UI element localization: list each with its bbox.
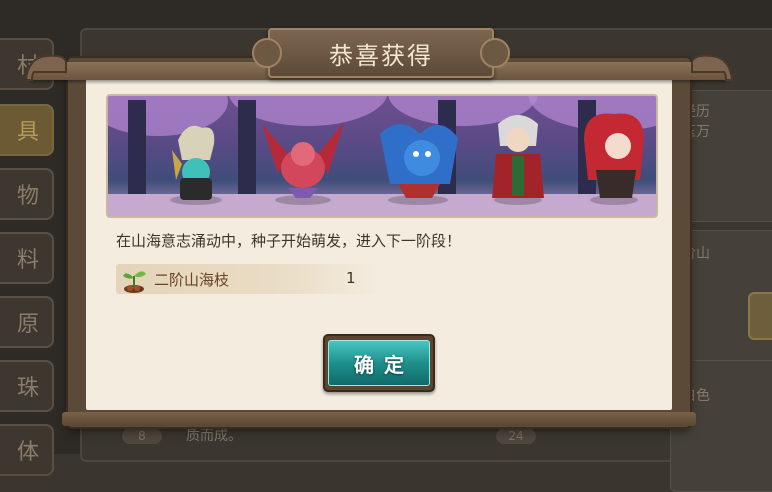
background-tab: 物 (0, 168, 54, 220)
reward-message: 在山海意志涌动中，种子开始萌发，进入下一阶段！ (116, 232, 462, 250)
dialog-bottom-rod (62, 412, 696, 426)
character-sprite (170, 125, 222, 205)
reward-item-name: 二阶山海枝 (154, 271, 230, 289)
background-button (748, 292, 772, 340)
reward-item-row: 二阶山海枝 1 (116, 264, 380, 294)
character-banner (106, 94, 658, 218)
background-pill: 8 (122, 428, 162, 444)
character-sprite (584, 113, 644, 205)
background-tab-list: 村 具 物 料 原 珠 体 (0, 20, 60, 476)
background-pill: 24 (496, 428, 536, 444)
character-sprite (380, 124, 458, 205)
background-tab: 原 (0, 296, 54, 348)
reward-item-count: 1 (346, 269, 356, 287)
background-text: 质而成。 (186, 428, 242, 444)
confirm-button[interactable]: 确定 (323, 334, 435, 392)
rod-end-ornament (691, 54, 734, 81)
confirm-button-face[interactable]: 确定 (328, 340, 430, 386)
background-tab: 料 (0, 232, 54, 284)
background-tab: 具 (0, 104, 54, 156)
reward-dialog: 恭喜获得 在山海意志涌动中，种子开始萌发，进入下一阶段！ 二阶山海枝 1 确定 (24, 28, 734, 427)
character-sprite (492, 115, 544, 205)
title-plate: 恭喜获得 (252, 28, 510, 78)
sprout-icon (123, 271, 146, 293)
rod-end-ornament (24, 54, 67, 81)
confirm-button-label: 确定 (354, 352, 414, 377)
character-sprite (262, 122, 344, 205)
dialog-title: 恭喜获得 (329, 41, 433, 70)
background-tab: 体 (0, 424, 54, 476)
background-tab: 珠 (0, 360, 54, 412)
